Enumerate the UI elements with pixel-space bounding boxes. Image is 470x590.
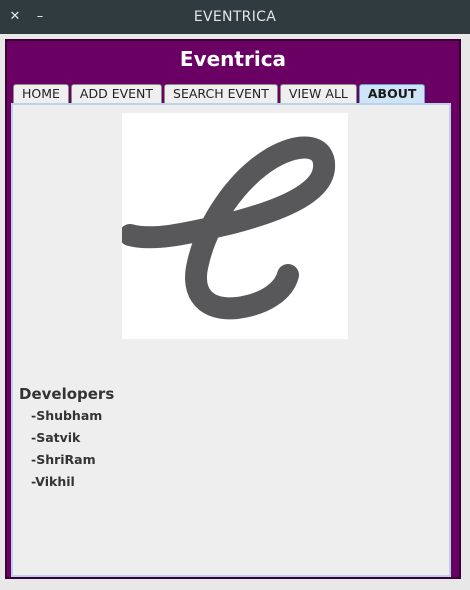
about-panel: Developers -Shubham -Satvik -ShriRam -Vi… xyxy=(11,103,451,577)
window-titlebar: ✕ – EVENTRICA xyxy=(0,0,470,34)
eventrica-e-logo-icon xyxy=(122,136,336,320)
tab-home[interactable]: HOME xyxy=(13,84,69,103)
window-title: EVENTRICA xyxy=(193,9,277,25)
tab-view-all[interactable]: VIEW ALL xyxy=(279,84,357,103)
developer-item: -Vikhil xyxy=(31,474,75,489)
tab-search-event[interactable]: SEARCH EVENT xyxy=(164,84,278,103)
developers-list: -Shubham -Satvik -ShriRam -Vikhil xyxy=(31,407,102,495)
tab-add-event[interactable]: ADD EVENT xyxy=(70,84,163,103)
tab-about[interactable]: ABOUT xyxy=(358,84,426,103)
developer-item: -Satvik xyxy=(31,430,81,445)
developers-heading: Developers xyxy=(19,385,115,403)
tab-bar: HOME ADD EVENT SEARCH EVENT VIEW ALL ABO… xyxy=(13,84,427,104)
logo-image xyxy=(122,113,348,339)
app-title: Eventrica xyxy=(179,47,287,71)
developer-item: -ShriRam xyxy=(31,452,96,467)
developer-item: -Shubham xyxy=(31,408,103,423)
app-frame: Eventrica HOME ADD EVENT SEARCH EVENT VI… xyxy=(5,39,461,579)
